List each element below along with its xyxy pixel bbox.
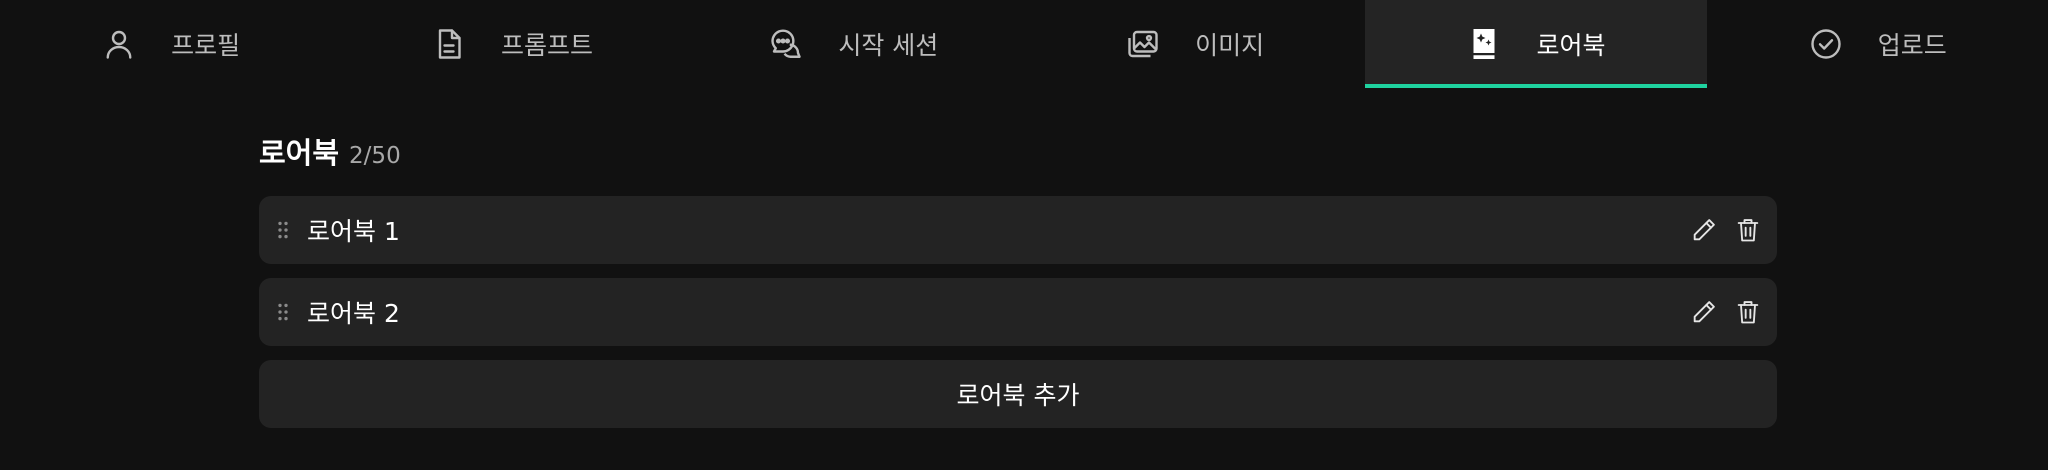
trash-icon: [1737, 219, 1759, 242]
tab-start-session[interactable]: 시작 세션: [683, 0, 1024, 88]
book-sparkle-icon: [1466, 26, 1502, 62]
drag-handle-icon[interactable]: [273, 218, 293, 242]
tab-label: 업로드: [1877, 31, 1947, 60]
tab-lorebook[interactable]: 로어북: [1365, 0, 1707, 88]
pencil-icon: [1693, 301, 1715, 323]
section-header: 로어북 2/50: [259, 130, 1777, 174]
tab-label: 프로필: [171, 31, 241, 60]
user-icon: [101, 26, 137, 62]
tab-profile[interactable]: 프로필: [0, 0, 341, 88]
item-actions: [1689, 215, 1763, 245]
check-circle-icon: [1808, 26, 1844, 62]
chat-bubbles-icon: [768, 26, 804, 62]
add-lorebook-button[interactable]: 로어북 추가: [259, 360, 1777, 428]
edit-button[interactable]: [1689, 215, 1719, 245]
trash-icon: [1737, 301, 1759, 324]
tab-upload[interactable]: 업로드: [1707, 0, 2048, 88]
tab-label: 시작 세션: [838, 31, 939, 60]
tab-label: 이미지: [1195, 31, 1265, 60]
tab-bar: 프로필 프롬프트 시작 세션 이미지 로어북 업로드: [0, 0, 2048, 90]
document-icon: [431, 26, 467, 62]
delete-button[interactable]: [1733, 215, 1763, 245]
tab-images[interactable]: 이미지: [1024, 0, 1365, 88]
drag-handle-icon[interactable]: [273, 300, 293, 324]
list-item[interactable]: 로어북 1: [259, 196, 1777, 264]
pencil-icon: [1693, 219, 1715, 241]
tab-prompt[interactable]: 프롬프트: [341, 0, 682, 88]
lorebook-panel: 로어북 2/50 로어북 1 로어북 2 로어북 추가: [259, 130, 1777, 428]
tab-label: 로어북: [1536, 31, 1606, 60]
lorebook-name: 로어북 1: [307, 217, 400, 246]
lorebook-name: 로어북 2: [307, 299, 400, 328]
list-item[interactable]: 로어북 2: [259, 278, 1777, 346]
delete-button[interactable]: [1733, 297, 1763, 327]
images-icon: [1125, 26, 1161, 62]
tab-label: 프롬프트: [500, 31, 593, 60]
item-actions: [1689, 297, 1763, 327]
page-title: 로어북: [259, 136, 340, 170]
edit-button[interactable]: [1689, 297, 1719, 327]
lorebook-count: 2/50: [349, 143, 401, 169]
